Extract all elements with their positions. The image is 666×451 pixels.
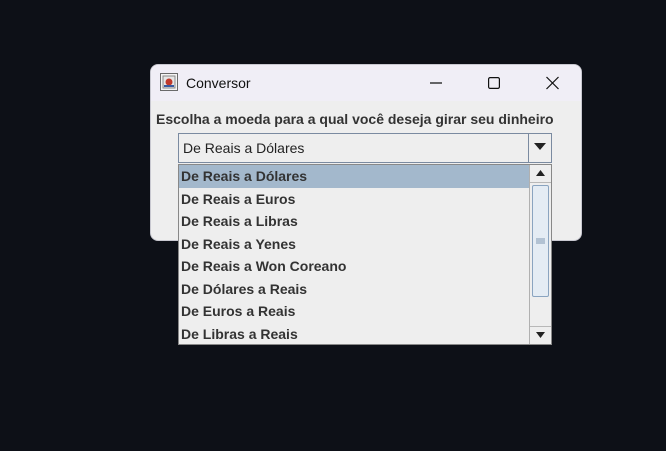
minimize-icon [430, 82, 442, 84]
close-icon [545, 76, 559, 90]
combo-selected-value: De Reais a Dólares [183, 140, 305, 156]
scroll-thumb[interactable] [532, 185, 549, 297]
list-item[interactable]: De Reais a Yenes [179, 233, 530, 256]
window-title: Conversor [186, 75, 251, 91]
list-item[interactable]: De Reais a Dólares [179, 165, 530, 188]
java-app-icon [160, 73, 178, 91]
scroll-up-button[interactable] [530, 165, 551, 183]
currency-dropdown-list[interactable]: De Reais a Dólares De Reais a Euros De R… [178, 164, 552, 345]
list-item[interactable]: De Reais a Won Coreano [179, 255, 530, 278]
dropdown-scrollbar[interactable] [529, 165, 551, 344]
list-item[interactable]: De Dólares a Reais [179, 278, 530, 301]
chevron-down-icon [534, 143, 546, 150]
scroll-down-button[interactable] [530, 326, 551, 344]
maximize-icon [488, 77, 500, 89]
dropdown-options: De Reais a Dólares De Reais a Euros De R… [179, 165, 530, 345]
title-bar[interactable]: Conversor [151, 65, 581, 101]
grip-icon [536, 238, 545, 244]
list-item[interactable]: De Reais a Libras [179, 210, 530, 233]
currency-prompt-label: Escolha a moeda para a qual você deseja … [156, 111, 554, 127]
maximize-button[interactable] [471, 65, 517, 101]
minimize-button[interactable] [413, 65, 459, 101]
list-item[interactable]: De Euros a Reais [179, 300, 530, 323]
arrow-up-icon [536, 170, 545, 176]
combo-arrow-button[interactable] [528, 134, 551, 162]
arrow-down-icon [536, 332, 545, 338]
close-button[interactable] [529, 65, 575, 101]
currency-combo-box[interactable]: De Reais a Dólares [178, 133, 552, 163]
list-item[interactable]: De Libras a Reais [179, 323, 530, 345]
list-item[interactable]: De Reais a Euros [179, 188, 530, 211]
